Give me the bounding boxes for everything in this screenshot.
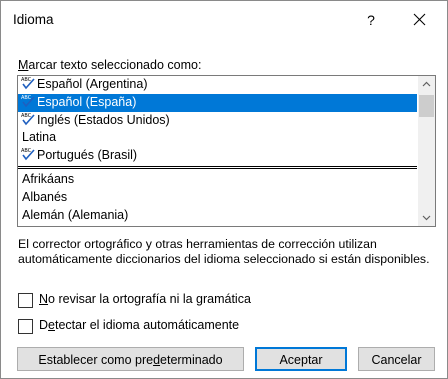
language-item-label: Latina bbox=[22, 130, 57, 145]
mark-label-rest: arcar texto seleccionado como: bbox=[28, 58, 202, 72]
list-separator bbox=[18, 165, 417, 169]
language-item-label: Afrikáans bbox=[22, 171, 75, 186]
scroll-up-button[interactable] bbox=[418, 76, 435, 93]
spell-check-icon: ABC bbox=[21, 95, 35, 108]
chevron-down-icon bbox=[422, 215, 431, 221]
no-check-accelerator: N bbox=[39, 292, 49, 306]
mark-text-label: Marcar texto seleccionado como: bbox=[18, 58, 201, 72]
language-item-label: Español (Argentina) bbox=[37, 77, 148, 91]
chevron-up-icon bbox=[422, 81, 431, 87]
detect-language-label: Detectar el idioma automáticamente bbox=[39, 318, 239, 332]
language-item-label: Albanés bbox=[22, 189, 68, 204]
set-default-button[interactable]: Establecer como predeterminado bbox=[17, 347, 244, 371]
set-default-pre: Establecer como pre bbox=[38, 353, 154, 367]
svg-text:ABC: ABC bbox=[21, 77, 32, 83]
language-list-items: ABC Español (Argentina) ABC Español (Esp… bbox=[18, 76, 417, 224]
language-item[interactable]: Albanés bbox=[18, 189, 417, 207]
detect-text-rest: tectar el idioma automáticamente bbox=[54, 318, 240, 332]
ok-button[interactable]: Aceptar bbox=[255, 347, 347, 371]
close-icon bbox=[413, 13, 426, 26]
scroll-thumb[interactable] bbox=[419, 95, 434, 117]
language-item-label: Español (España) bbox=[37, 94, 137, 109]
language-item[interactable]: ABC Portugués (Brasil) bbox=[18, 147, 417, 165]
svg-text:ABC: ABC bbox=[21, 113, 32, 119]
title-bar: Idioma ? bbox=[1, 1, 447, 41]
detect-language-checkbox[interactable] bbox=[18, 319, 33, 334]
language-item[interactable]: Afrikáans bbox=[18, 171, 417, 189]
language-item-label: Portugués (Brasil) bbox=[37, 148, 138, 163]
spell-check-icon: ABC bbox=[21, 148, 35, 161]
language-item-selected[interactable]: ABC Español (España) bbox=[18, 93, 417, 112]
language-item-label: Inglés (Estados Unidos) bbox=[37, 112, 170, 127]
language-item[interactable]: Alemán (Alemania) bbox=[18, 207, 417, 225]
svg-text:ABC: ABC bbox=[21, 148, 32, 154]
language-item[interactable]: Latina bbox=[18, 129, 417, 147]
language-item[interactable]: ABC Español (Argentina) bbox=[18, 76, 417, 94]
language-item[interactable]: ABC Inglés (Estados Unidos) bbox=[18, 112, 417, 130]
help-description: El corrector ortográfico y otras herrami… bbox=[18, 237, 430, 267]
no-check-checkbox[interactable] bbox=[18, 293, 33, 308]
close-button[interactable] bbox=[406, 9, 432, 31]
no-check-label: No revisar la ortografía ni la gramática bbox=[39, 292, 251, 306]
detect-accelerator: e bbox=[48, 318, 55, 332]
set-default-accelerator: d bbox=[153, 353, 161, 367]
help-button[interactable]: ? bbox=[359, 9, 383, 31]
mark-label-accelerator: M bbox=[18, 58, 29, 72]
cancel-button[interactable]: Cancelar bbox=[358, 347, 435, 371]
language-listbox[interactable]: ABC Español (Argentina) ABC Español (Esp… bbox=[17, 75, 436, 227]
no-check-text: o revisar la ortografía ni la gramática bbox=[48, 292, 251, 306]
set-default-rest: eterminado bbox=[160, 353, 223, 367]
spell-check-icon: ABC bbox=[21, 77, 35, 90]
language-dialog: Idioma ? Marcar texto seleccionado como:… bbox=[0, 0, 448, 379]
vertical-scrollbar[interactable] bbox=[418, 76, 435, 226]
detect-text-pre: D bbox=[39, 318, 49, 332]
scroll-down-button[interactable] bbox=[418, 209, 435, 226]
dialog-title: Idioma bbox=[13, 12, 54, 27]
language-item-label: Alemán (Alemania) bbox=[22, 207, 129, 222]
svg-text:ABC: ABC bbox=[21, 95, 32, 101]
spell-check-icon: ABC bbox=[21, 113, 35, 125]
